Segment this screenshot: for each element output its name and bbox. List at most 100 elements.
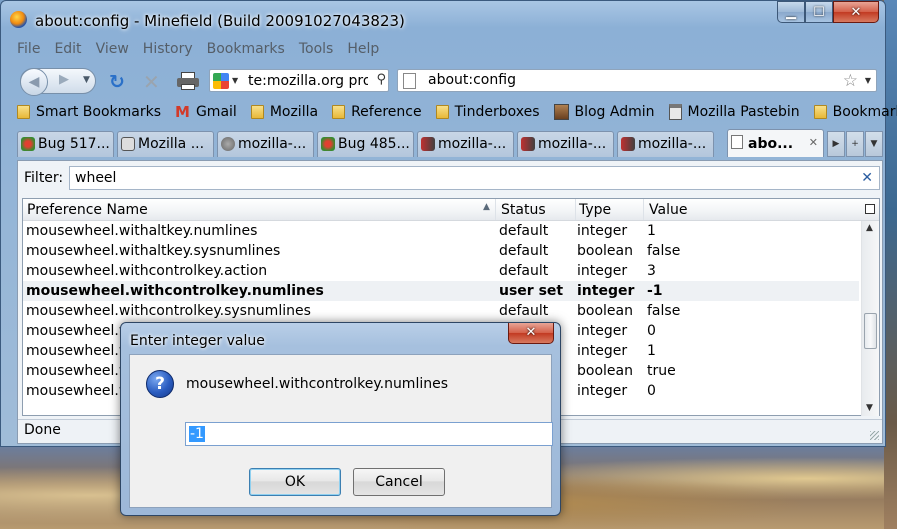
google-icon[interactable] — [213, 73, 229, 89]
title-bar[interactable]: about:config - Minefield (Build 20091027… — [1, 1, 885, 37]
tab-bug-517[interactable]: Bug 517... — [17, 131, 114, 157]
url-bar[interactable]: about:config ☆ ▼ — [397, 69, 877, 92]
pref-value: 0 — [647, 323, 656, 339]
stop-icon[interactable]: ✕ — [143, 70, 160, 94]
search-input[interactable]: te:mozilla.org proto — [248, 73, 368, 89]
tab-mozilla-2[interactable]: mozilla-... — [417, 131, 514, 157]
pref-type: integer — [577, 323, 628, 339]
pref-value: 1 — [647, 223, 656, 239]
menu-tools[interactable]: Tools — [299, 41, 334, 63]
list-all-tabs-button[interactable]: ▼ — [865, 131, 883, 157]
tab-label: Bug 517... — [38, 136, 110, 152]
tab-label: mozilla-... — [638, 136, 707, 152]
status-text: Done — [24, 422, 61, 438]
tab-about-config[interactable]: abo... ✕ — [727, 129, 824, 157]
pref-type: boolean — [577, 243, 633, 259]
clear-filter-icon[interactable]: ✕ — [861, 170, 873, 186]
pref-type: integer — [577, 263, 628, 279]
table-row[interactable]: mousewheel.withcontrolkey.sysnumlines de… — [23, 301, 859, 321]
column-header-name[interactable]: Preference Name — [27, 202, 148, 218]
bookmark-star-icon[interactable]: ☆ — [843, 71, 858, 91]
clipboard-icon — [121, 137, 135, 151]
pref-status: default — [499, 303, 549, 319]
folder-icon — [250, 105, 264, 119]
scroll-down-icon[interactable]: ▼ — [866, 403, 873, 413]
table-row[interactable]: mousewheel.withaltkey.sysnumlines defaul… — [23, 241, 859, 261]
bookmark-gmail[interactable]: M Gmail — [175, 103, 237, 121]
bookmark-mozilla-pastebin[interactable]: Mozilla Pastebin — [668, 104, 800, 120]
back-button[interactable]: ◀ — [20, 68, 48, 96]
column-header-type[interactable]: Type — [579, 202, 611, 218]
resize-grip-icon[interactable] — [870, 431, 879, 440]
search-engine-dropdown-icon[interactable]: ▼ — [232, 76, 238, 85]
bookmark-smart-bookmarks[interactable]: Smart Bookmarks — [17, 104, 161, 120]
bookmarks-toolbar: Smart Bookmarks M Gmail Mozilla Reference… — [17, 101, 897, 123]
folder-icon — [813, 105, 827, 119]
table-row[interactable]: mousewheel.withcontrolkey.action default… — [23, 261, 859, 281]
new-tab-button[interactable]: + — [846, 131, 864, 157]
url-input[interactable]: about:config — [428, 72, 516, 88]
bookmark-reference[interactable]: Reference — [332, 104, 422, 120]
tab-bug-485[interactable]: Bug 485... — [317, 131, 414, 157]
bookmark-mozilla[interactable]: Mozilla — [250, 104, 318, 120]
bookmark-label: Tinderboxes — [454, 104, 540, 120]
integer-value-input[interactable]: -1 — [185, 422, 553, 446]
search-go-icon[interactable]: ⚲ — [376, 72, 386, 87]
avatar-icon — [553, 104, 569, 120]
bug-icon — [321, 137, 335, 151]
maximize-button[interactable]: ☐ — [805, 1, 833, 23]
globe-icon — [221, 137, 235, 151]
dialog-close-button[interactable]: ✕ — [508, 323, 554, 344]
minimize-button[interactable]: ▁ — [777, 1, 805, 23]
menu-view[interactable]: View — [96, 41, 129, 63]
bookmark-bookmarklets[interactable]: Bookmarklets — [813, 104, 897, 120]
tree-header: Preference Name ▲ Status Type Value — [23, 199, 879, 221]
selected-input-text: -1 — [189, 426, 205, 442]
window-title: about:config - Minefield (Build 20091027… — [35, 12, 405, 30]
bug-icon — [21, 137, 35, 151]
pref-status: default — [499, 263, 549, 279]
menu-bookmarks[interactable]: Bookmarks — [207, 41, 285, 63]
bookmark-label: Gmail — [195, 104, 237, 120]
menu-edit[interactable]: Edit — [54, 41, 81, 63]
tab-mozilla-4[interactable]: mozilla-... — [617, 131, 714, 157]
pref-value: false — [647, 243, 681, 259]
tab-mozilla-1[interactable]: mozilla-... — [217, 131, 314, 157]
back-forward-group: ◀ ▶ ▼ — [20, 68, 96, 96]
column-header-status[interactable]: Status — [501, 202, 546, 218]
tab-scroll-right-button[interactable]: ▶ — [827, 131, 845, 157]
tab-label: mozilla-... — [538, 136, 607, 152]
reload-icon[interactable]: ↻ — [109, 71, 125, 93]
page-icon — [403, 73, 416, 89]
history-dropdown-icon[interactable]: ▼ — [83, 75, 90, 85]
bookmark-tinderboxes[interactable]: Tinderboxes — [435, 104, 540, 120]
vertical-scrollbar[interactable]: ▲ ▼ — [861, 221, 879, 416]
close-tab-icon[interactable]: ✕ — [809, 136, 818, 149]
tab-mozilla-3[interactable]: mozilla-... — [517, 131, 614, 157]
print-icon[interactable] — [177, 72, 199, 90]
ok-button[interactable]: OK — [249, 468, 341, 496]
column-picker-icon[interactable] — [865, 204, 875, 214]
gmail-icon: M — [175, 103, 190, 121]
sort-ascending-icon: ▲ — [483, 202, 490, 212]
menu-file[interactable]: File — [17, 41, 40, 63]
pref-value: false — [647, 303, 681, 319]
search-box[interactable]: ▼ te:mozilla.org proto ⚲ — [209, 69, 389, 92]
column-header-value[interactable]: Value — [649, 202, 687, 218]
tab-mozilla-pastebin[interactable]: Mozilla ... — [117, 131, 214, 157]
filter-label: Filter: — [24, 170, 64, 186]
cancel-button[interactable]: Cancel — [353, 468, 445, 496]
bookmark-blog-admin[interactable]: Blog Admin — [553, 104, 655, 120]
close-button[interactable]: ✕ — [833, 1, 879, 23]
scrollbar-thumb[interactable] — [864, 313, 877, 349]
table-row-selected[interactable]: mousewheel.withcontrolkey.numlines user … — [23, 281, 859, 301]
pref-name: mousewheel.withaltkey.sysnumlines — [26, 243, 281, 259]
scroll-up-icon[interactable]: ▲ — [866, 223, 873, 233]
menu-help[interactable]: Help — [347, 41, 379, 63]
forward-button[interactable]: ▶ — [59, 72, 69, 87]
filter-input[interactable]: wheel ✕ — [69, 166, 880, 190]
menu-history[interactable]: History — [143, 41, 193, 63]
dialog-body: ? mousewheel.withcontrolkey.numlines -1 … — [129, 354, 553, 508]
url-dropdown-icon[interactable]: ▼ — [865, 76, 871, 85]
table-row[interactable]: mousewheel.withaltkey.numlines default i… — [23, 221, 859, 241]
